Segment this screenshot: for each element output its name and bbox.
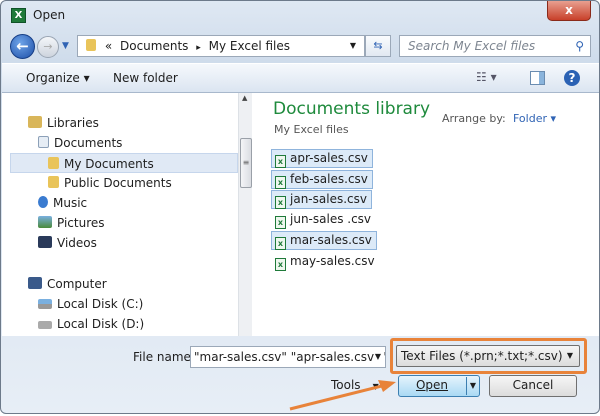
annotation-arrow: [289, 380, 396, 411]
arrow-head: [378, 380, 396, 392]
arrow-shaft: [289, 384, 383, 411]
